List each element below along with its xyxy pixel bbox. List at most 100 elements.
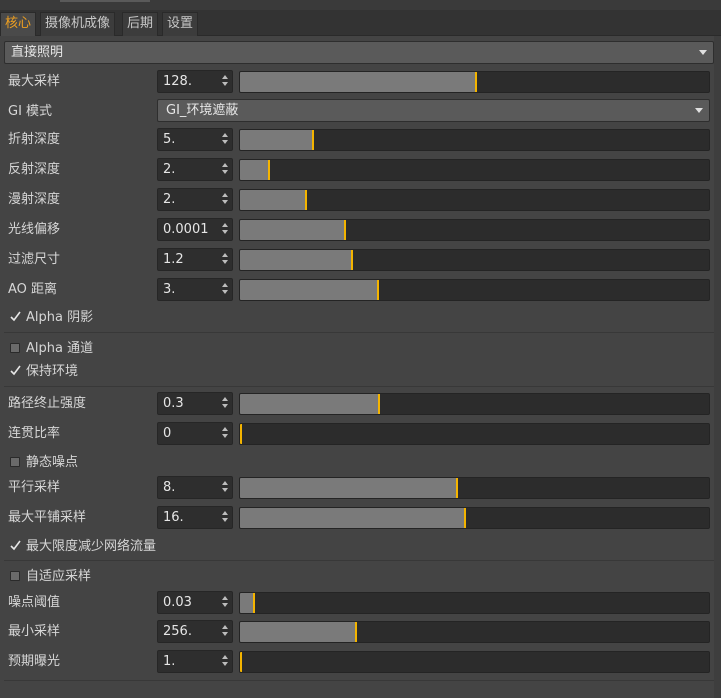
slider-handle[interactable]: [377, 280, 379, 300]
divider: [4, 560, 714, 561]
spinner-arrows-icon[interactable]: [222, 223, 229, 237]
param-label: 预期曝光: [8, 654, 61, 669]
ray-epsilon-input[interactable]: 0.0001: [157, 218, 233, 241]
spinner-arrows-icon[interactable]: [222, 193, 229, 207]
slider-handle[interactable]: [344, 220, 346, 240]
spinner-arrows-icon[interactable]: [222, 625, 229, 639]
spinner-arrows-icon[interactable]: [222, 163, 229, 177]
divider: [4, 680, 714, 681]
spinner-arrows-icon[interactable]: [222, 511, 229, 525]
checkmark-icon[interactable]: [10, 540, 21, 551]
slider-fill: [240, 394, 379, 414]
scrollbar[interactable]: [714, 36, 721, 698]
reflection-depth-slider[interactable]: [239, 159, 710, 181]
noise-threshold-slider[interactable]: [239, 592, 710, 614]
slider-fill: [240, 250, 352, 270]
adaptive-sampling-option[interactable]: 自适应采样: [0, 565, 721, 589]
divider: [4, 332, 714, 333]
slider-handle[interactable]: [305, 190, 307, 210]
checkbox-label: Alpha 通道: [26, 341, 94, 356]
spinner-arrows-icon[interactable]: [222, 427, 229, 441]
kernel-dropdown[interactable]: 直接照明: [4, 41, 714, 64]
gi-mode-select[interactable]: GI_环境遮蔽: [157, 99, 710, 122]
coherent-ratio-input[interactable]: 0: [157, 422, 233, 445]
static-noise-option[interactable]: 静态噪点: [0, 451, 721, 475]
title-remnant: [60, 0, 150, 2]
alpha-channel-option[interactable]: Alpha 通道: [0, 337, 721, 361]
tab-bar: 核心 摄像机成像 后期 设置: [0, 10, 721, 36]
ao-distance-slider[interactable]: [239, 279, 710, 301]
noise-threshold-input[interactable]: 0.03: [157, 591, 233, 614]
spinner-arrows-icon[interactable]: [222, 596, 229, 610]
slider-handle[interactable]: [240, 652, 242, 672]
param-row: 路径终止强度 0.3: [0, 392, 721, 416]
refraction-depth-slider[interactable]: [239, 129, 710, 151]
slider-fill: [240, 160, 269, 180]
max-samples-slider[interactable]: [239, 71, 710, 93]
filter-size-input[interactable]: 1.2: [157, 248, 233, 271]
min-samples-slider[interactable]: [239, 621, 710, 643]
keep-environment-option[interactable]: 保持环境: [0, 360, 721, 384]
checkbox-label: 保持环境: [26, 364, 79, 379]
param-label: 最小采样: [8, 624, 61, 639]
max-samples-input[interactable]: 128.: [157, 70, 233, 93]
slider-handle[interactable]: [378, 394, 380, 414]
checkbox-empty-icon[interactable]: [10, 457, 20, 467]
param-row: 预期曝光 1.: [0, 650, 721, 674]
param-value: 1.: [163, 654, 176, 669]
spinner-arrows-icon[interactable]: [222, 397, 229, 411]
slider-handle[interactable]: [268, 160, 270, 180]
kernel-dropdown-value: 直接照明: [11, 45, 64, 60]
checkbox-empty-icon[interactable]: [10, 343, 20, 353]
slider-fill: [240, 508, 465, 528]
refraction-depth-input[interactable]: 5.: [157, 128, 233, 151]
spinner-arrows-icon[interactable]: [222, 253, 229, 267]
slider-handle[interactable]: [464, 508, 466, 528]
spinner-arrows-icon[interactable]: [222, 75, 229, 89]
tab-camera-imaging[interactable]: 摄像机成像: [40, 12, 116, 36]
ao-distance-input[interactable]: 3.: [157, 278, 233, 301]
param-label: 平行采样: [8, 480, 61, 495]
coherent-ratio-slider[interactable]: [239, 423, 710, 445]
slider-handle[interactable]: [253, 593, 255, 613]
reflection-depth-input[interactable]: 2.: [157, 158, 233, 181]
diffuse-depth-input[interactable]: 2.: [157, 188, 233, 211]
ray-epsilon-slider[interactable]: [239, 219, 710, 241]
parallel-samples-input[interactable]: 8.: [157, 476, 233, 499]
slider-handle[interactable]: [355, 622, 357, 642]
top-strip: [0, 0, 721, 10]
spinner-arrows-icon[interactable]: [222, 283, 229, 297]
checkbox-empty-icon[interactable]: [10, 571, 20, 581]
param-row: 平行采样 8.: [0, 476, 721, 500]
slider-fill: [240, 622, 356, 642]
spinner-arrows-icon[interactable]: [222, 133, 229, 147]
max-tile-samples-input[interactable]: 16.: [157, 506, 233, 529]
divider: [4, 386, 714, 387]
expected-exposure-slider[interactable]: [239, 651, 710, 673]
diffuse-depth-slider[interactable]: [239, 189, 710, 211]
alpha-shadow-option[interactable]: Alpha 阴影: [0, 306, 721, 330]
slider-handle[interactable]: [456, 478, 458, 498]
spinner-arrows-icon[interactable]: [222, 481, 229, 495]
tab-core[interactable]: 核心: [0, 12, 37, 36]
param-row: 光线偏移 0.0001: [0, 218, 721, 242]
minimize-network-option[interactable]: 最大限度减少网络流量: [0, 535, 721, 559]
path-termination-slider[interactable]: [239, 393, 710, 415]
slider-handle[interactable]: [312, 130, 314, 150]
spinner-arrows-icon[interactable]: [222, 655, 229, 669]
tab-post[interactable]: 后期: [122, 12, 159, 36]
parallel-samples-slider[interactable]: [239, 477, 710, 499]
slider-handle[interactable]: [240, 424, 242, 444]
min-samples-input[interactable]: 256.: [157, 620, 233, 643]
checkmark-icon[interactable]: [10, 311, 21, 322]
max-tile-samples-slider[interactable]: [239, 507, 710, 529]
checkmark-icon[interactable]: [10, 365, 21, 376]
slider-handle[interactable]: [475, 72, 477, 92]
tab-settings[interactable]: 设置: [162, 12, 199, 36]
expected-exposure-input[interactable]: 1.: [157, 650, 233, 673]
param-value: 256.: [163, 624, 192, 639]
slider-handle[interactable]: [351, 250, 353, 270]
filter-size-slider[interactable]: [239, 249, 710, 271]
chevron-down-icon: [699, 50, 707, 55]
path-termination-input[interactable]: 0.3: [157, 392, 233, 415]
